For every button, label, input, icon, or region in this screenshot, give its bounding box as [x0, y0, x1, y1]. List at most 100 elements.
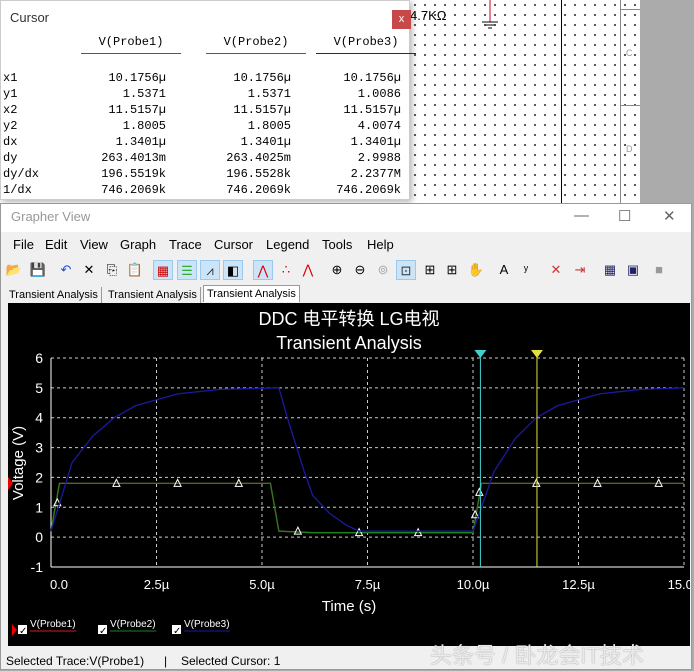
cursor-row: y2 1.8005 1.8005 4.0074 [1, 119, 411, 135]
x-tick-label: 12.5µ [562, 577, 595, 592]
lines-icon[interactable]: ⋀ [253, 260, 273, 280]
overlay-icon[interactable]: ✕ [546, 260, 566, 280]
maximize-button[interactable]: ☐ [618, 207, 631, 225]
save-icon[interactable]: 💾 [28, 260, 48, 280]
checkmark-icon: ✓ [173, 626, 181, 637]
export-icon[interactable]: ⇥ [570, 260, 590, 280]
cell-value: 1.3401µ [350, 135, 401, 149]
legend-label: V(Probe3) [184, 619, 230, 630]
cursor-row: x1 10.1756µ 10.1756µ 10.1756µ [1, 71, 411, 87]
cell-value: 1.3401µ [240, 135, 291, 149]
cell-value: 4.0074 [357, 119, 401, 133]
y-axis-label: Voltage (V) [10, 426, 27, 500]
open-icon[interactable]: 📂 [4, 260, 24, 280]
cell-value: 11.5157µ [233, 103, 291, 117]
pan-icon[interactable]: ✋ [466, 260, 486, 280]
menu-tools[interactable]: Tools [322, 237, 352, 252]
resistor-label: 4.7KΩ [410, 8, 447, 23]
minimize-button[interactable]: — [574, 207, 589, 224]
cell-value: 1.3401µ [115, 135, 166, 149]
lines-points-icon[interactable]: ⋀ [298, 260, 318, 280]
y-tick-label: 2 [35, 469, 43, 485]
menu-legend[interactable]: Legend [266, 237, 309, 252]
menu-view[interactable]: View [80, 237, 108, 252]
cell-value: 1.5371 [247, 87, 291, 101]
undo-icon[interactable]: ↶ [56, 260, 76, 280]
menu-graph[interactable]: Graph [120, 237, 156, 252]
chart-subtitle: Transient Analysis [276, 333, 421, 353]
x-tick-label: 10.0µ [457, 577, 490, 592]
x-axis-label: Time (s) [322, 598, 376, 615]
cell-value: 196.5519k [101, 167, 166, 181]
cell-value: 1.8005 [122, 119, 166, 133]
y-tick-label: 5 [35, 380, 43, 396]
x-tick-label: 5.0µ [249, 577, 275, 592]
cell-value: 263.4025m [226, 151, 291, 165]
label-icon[interactable]: ʸ [516, 260, 536, 280]
cursor-icon[interactable]: ⩘ [200, 260, 220, 280]
cell-value: 196.5528k [226, 167, 291, 181]
cell-value: 10.1756µ [108, 71, 166, 85]
print-icon[interactable]: ▦ [600, 260, 620, 280]
reverse-colors-icon[interactable]: ◧ [223, 260, 243, 280]
y-tick-label: 0 [35, 529, 43, 545]
wire [561, 0, 562, 205]
zone-label: D [626, 144, 633, 154]
x-tick-label: 7.5µ [355, 577, 381, 592]
stop-icon[interactable]: ■ [649, 260, 669, 280]
cursor-row: x2 11.5157µ 11.5157µ 11.5157µ [1, 103, 411, 119]
menu-edit[interactable]: Edit [45, 237, 67, 252]
tab-bar: Transient Analysis Transient Analysis Tran… [1, 285, 691, 304]
tab-transient-analysis-2[interactable]: Transient Analysis [105, 287, 201, 304]
tab-transient-analysis-3[interactable]: Transient Analysis [203, 285, 300, 302]
zoom-area-icon[interactable]: ⊡ [396, 260, 416, 280]
points-icon[interactable]: ∴ [276, 260, 296, 280]
y-tick-label: -1 [31, 559, 44, 575]
cell-value: 10.1756µ [233, 71, 291, 85]
ground-icon [482, 0, 498, 29]
y-tick-label: 3 [35, 440, 43, 456]
menu-help[interactable]: Help [367, 237, 394, 252]
close-button[interactable]: ✕ [663, 207, 676, 225]
cursor-1-handle[interactable] [474, 350, 487, 358]
zoom-full-icon[interactable]: ⊚ [373, 260, 393, 280]
cell-value: 1.0086 [357, 87, 401, 101]
y-tick-label: 1 [35, 499, 43, 515]
grid-icon[interactable]: ▦ [153, 260, 173, 280]
cell-value: 263.4013m [101, 151, 166, 165]
close-button[interactable]: x [392, 10, 411, 29]
sheet-border [620, 105, 640, 106]
zoom-y-icon[interactable]: ⊞ [442, 260, 462, 280]
paste-icon[interactable]: 📋 [125, 260, 145, 280]
cursor-2-handle[interactable] [530, 350, 543, 358]
cursor-row: dy 263.4013m 263.4025m 2.9988 [1, 151, 411, 167]
column-header: V(Probe1) [81, 35, 181, 54]
legend-selected-marker [12, 624, 17, 636]
x-tick-label: 15.0µ [668, 577, 690, 592]
cursor-row: 1/dx 746.2069k 746.2069k 746.2069k [1, 183, 411, 199]
cell-value: 11.5157µ [343, 103, 401, 117]
zoom-in-icon[interactable]: ⊕ [327, 260, 347, 280]
zoom-x-icon[interactable]: ⊞ [420, 260, 440, 280]
legend-icon[interactable]: ☰ [177, 260, 197, 280]
zoom-out-icon[interactable]: ⊖ [350, 260, 370, 280]
x-tick-label: 2.5µ [144, 577, 170, 592]
copy-icon[interactable]: ⎘ [102, 260, 122, 280]
grapher-window: Grapher View — ☐ ✕ File Edit View Graph Trac… [0, 203, 692, 670]
sheet-border [620, 9, 640, 10]
cell-value: 11.5157µ [108, 103, 166, 117]
checkmark-icon: ✓ [99, 626, 107, 637]
zone-label: C [626, 48, 633, 58]
selected-cursor: Selected Cursor: 1 [181, 654, 281, 668]
delete-icon[interactable]: ✕ [79, 260, 99, 280]
print-preview-icon[interactable]: ▣ [623, 260, 643, 280]
menu-cursor[interactable]: Cursor [214, 237, 253, 252]
menu-trace[interactable]: Trace [169, 237, 202, 252]
text-icon[interactable]: A [494, 260, 514, 280]
cursor-row: dx 1.3401µ 1.3401µ 1.3401µ [1, 135, 411, 151]
cell-value: 1.8005 [247, 119, 291, 133]
status-separator: | [164, 654, 168, 668]
menu-file[interactable]: File [13, 237, 34, 252]
title-bar: Grapher View — ☐ ✕ [1, 204, 691, 232]
tab-transient-analysis-1[interactable]: Transient Analysis [6, 287, 102, 304]
